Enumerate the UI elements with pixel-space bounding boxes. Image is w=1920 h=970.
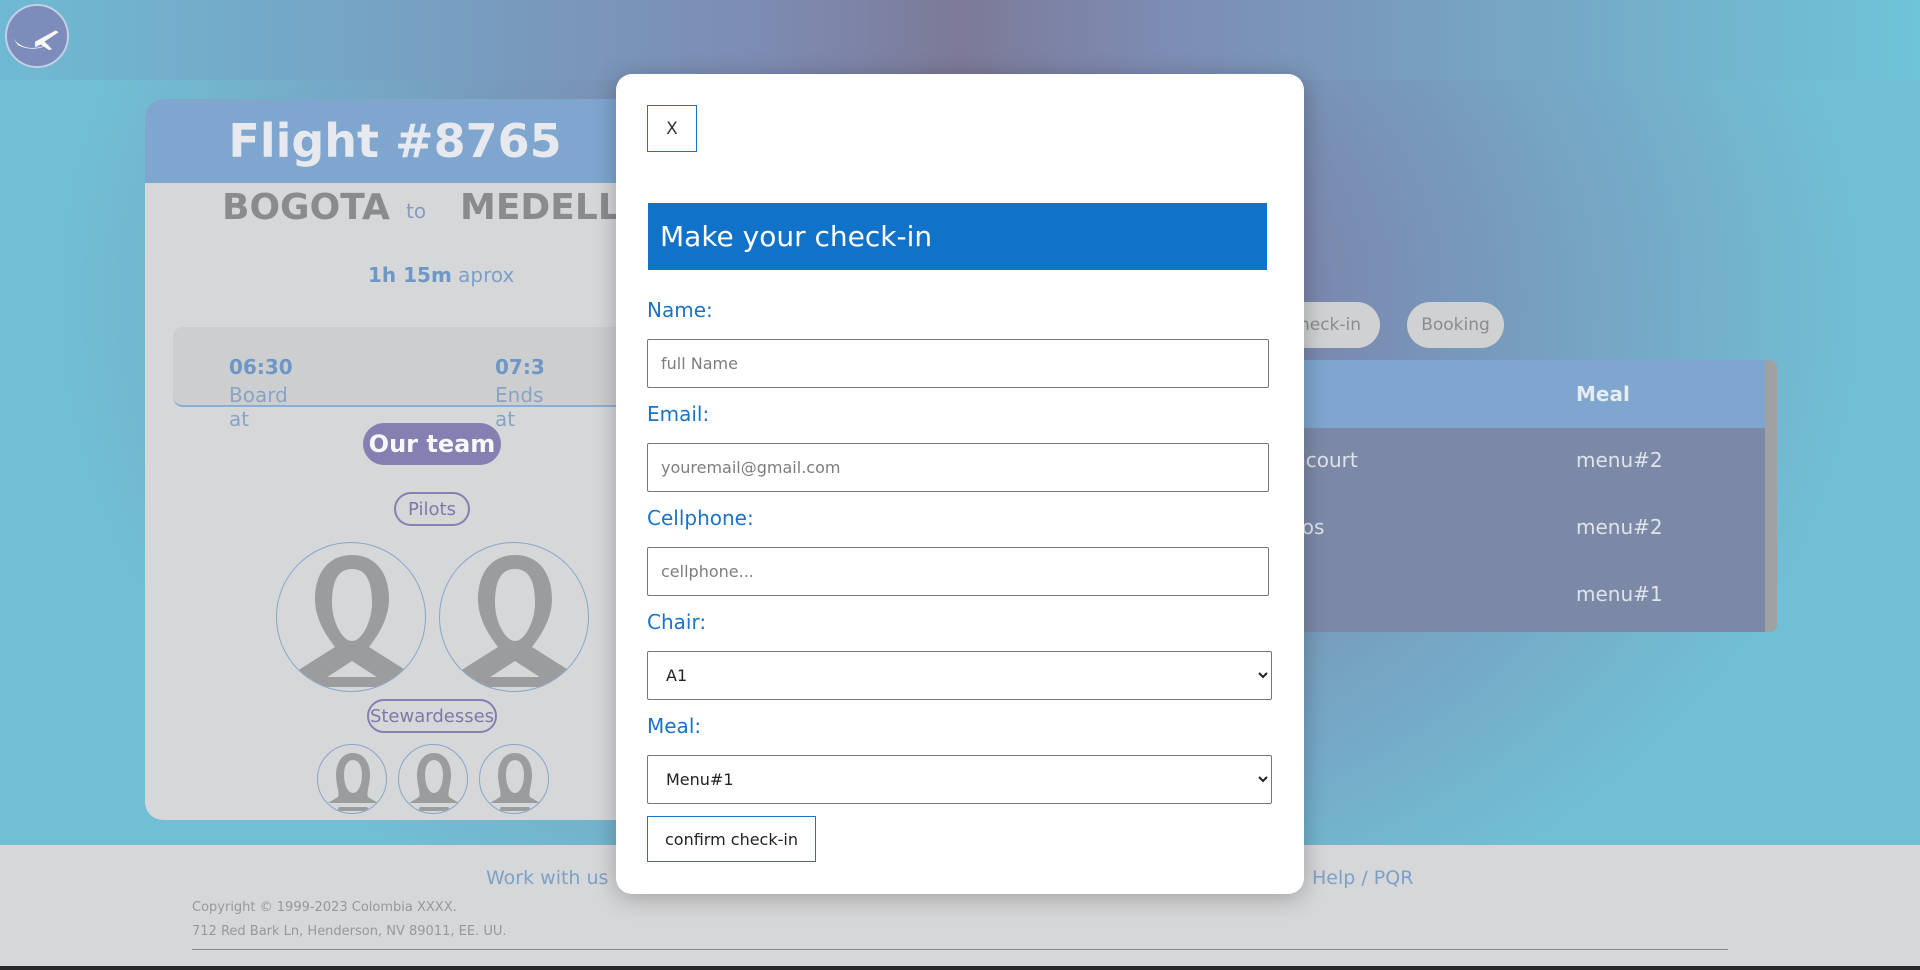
email-label: Email:	[647, 402, 710, 426]
name-label: Name:	[647, 298, 713, 322]
email-input[interactable]	[647, 443, 1269, 492]
name-input[interactable]	[647, 339, 1269, 388]
confirm-checkin-button[interactable]: confirm check-in	[647, 816, 816, 862]
meal-select[interactable]: Menu#1	[647, 755, 1272, 804]
checkin-modal: X Make your check-in Name: Email: Cellph…	[616, 74, 1304, 894]
cellphone-label: Cellphone:	[647, 506, 754, 530]
chair-label: Chair:	[647, 610, 707, 634]
chair-select[interactable]: A1	[647, 651, 1272, 700]
cellphone-input[interactable]	[647, 547, 1269, 596]
modal-title: Make your check-in	[648, 203, 1267, 270]
close-button[interactable]: X	[647, 105, 697, 152]
meal-label: Meal:	[647, 714, 702, 738]
